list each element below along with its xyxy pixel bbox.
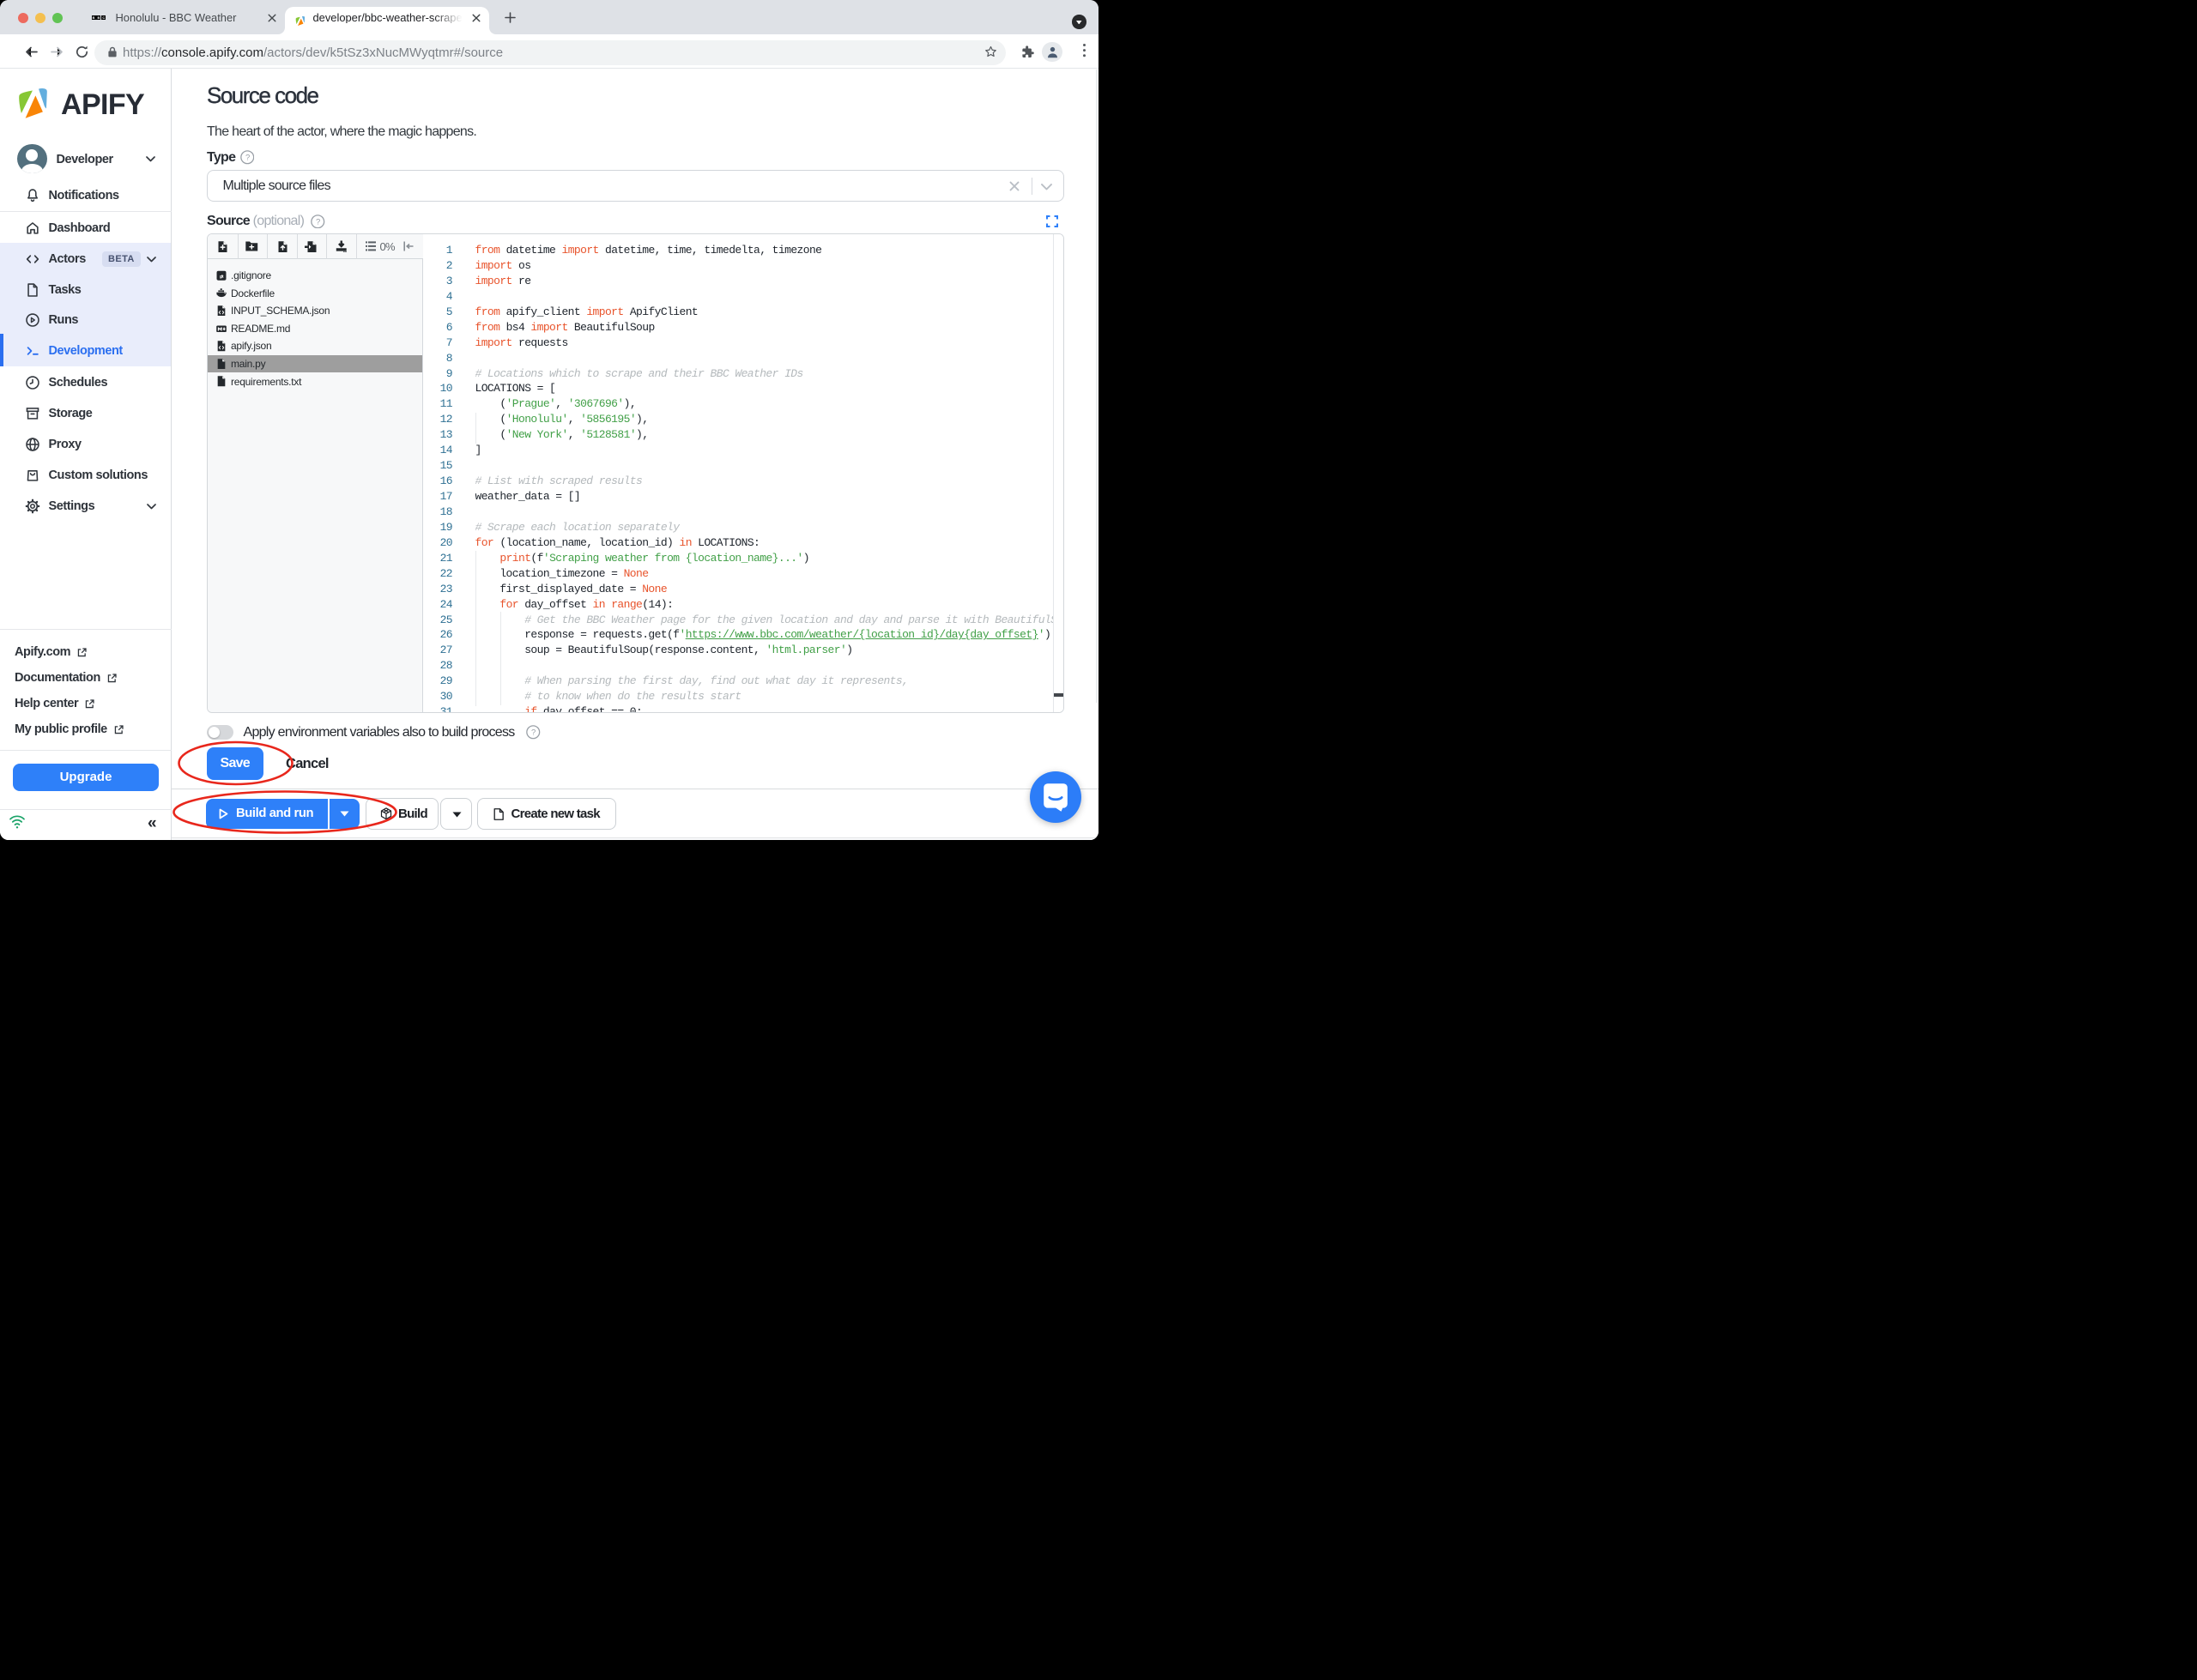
svg-text:?: ? <box>316 217 320 227</box>
svg-text:?: ? <box>245 153 249 162</box>
svg-text:?: ? <box>531 728 536 737</box>
